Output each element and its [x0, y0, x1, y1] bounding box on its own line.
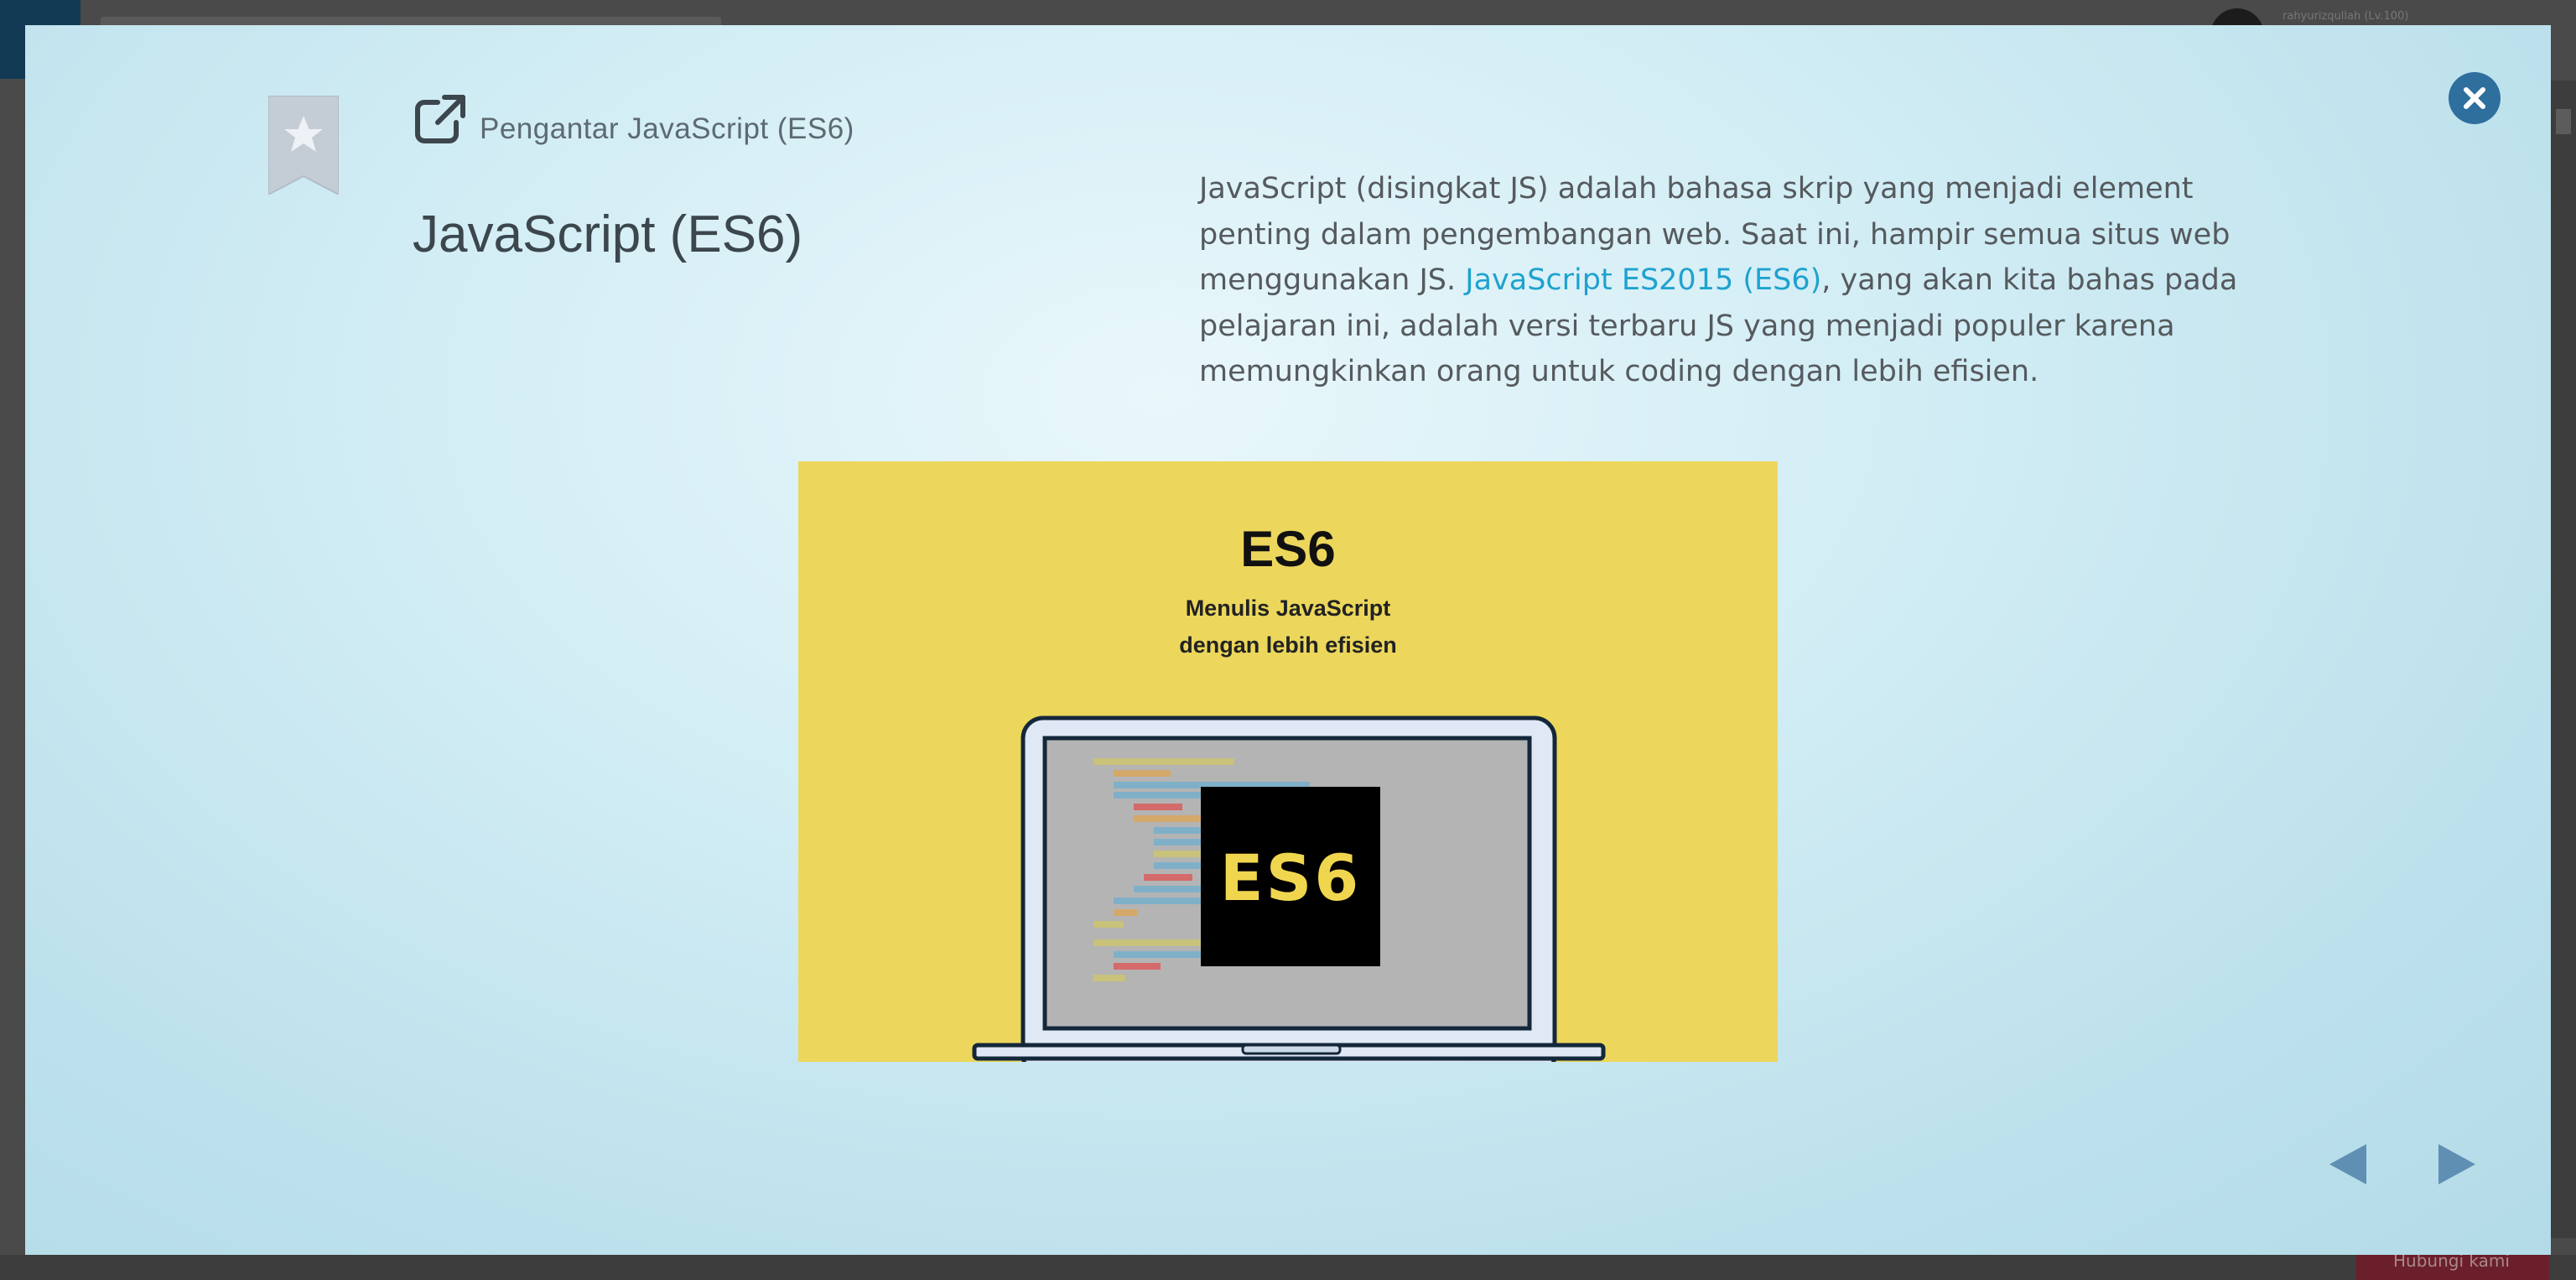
background-scrollbar-thumb — [2556, 109, 2571, 134]
background-username: rahyurizqullah (Lv.100) — [2283, 10, 2409, 23]
next-arrow-icon — [2438, 1144, 2475, 1184]
background-bottom-bar — [0, 1255, 2576, 1280]
close-button[interactable] — [2449, 72, 2501, 124]
close-icon — [2464, 87, 2485, 109]
lesson-title: JavaScript (ES6) — [413, 205, 803, 263]
screen-es6-badge: ES6 — [1219, 840, 1362, 915]
bookmark-star-icon[interactable] — [267, 95, 340, 196]
prev-arrow-icon — [2329, 1144, 2366, 1184]
illustration-heading: ES6 — [1240, 521, 1336, 577]
prev-button[interactable] — [2326, 1141, 2376, 1188]
illustration-tagline-2: dengan lebih efisien — [1179, 632, 1397, 658]
background-scrollbar — [2551, 81, 2576, 1238]
illustration-tagline-1: Menulis JavaScript — [1185, 596, 1391, 621]
lesson-description: JavaScript (disingkat JS) adalah bahasa … — [1199, 166, 2264, 395]
lesson-subtitle: Pengantar JavaScript (ES6) — [480, 112, 854, 145]
lesson-modal: Pengantar JavaScript (ES6) JavaScript (E… — [25, 25, 2551, 1255]
es6-link[interactable]: JavaScript ES2015 (ES6) — [1465, 263, 1821, 297]
es6-illustration: ES6 Menulis JavaScript dengan lebih efis… — [798, 461, 1778, 1062]
external-link-icon[interactable] — [413, 92, 468, 146]
next-button[interactable] — [2428, 1141, 2479, 1188]
